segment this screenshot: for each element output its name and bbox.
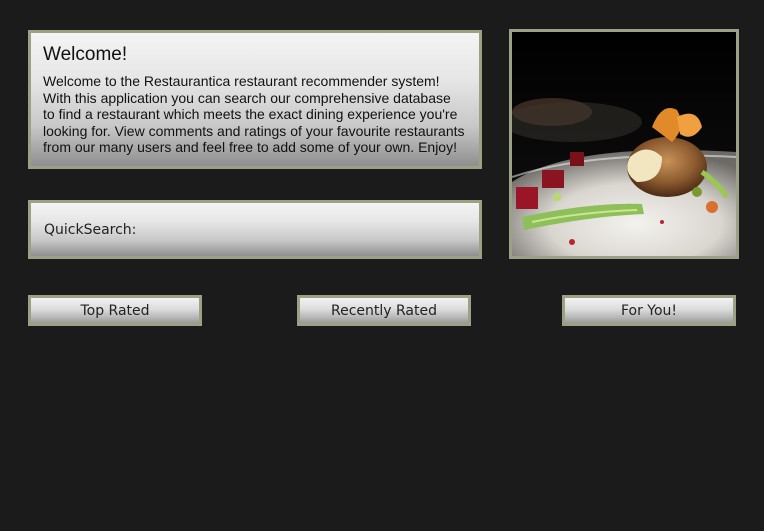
welcome-title: Welcome!	[43, 44, 128, 65]
welcome-text: Welcome to the Restaurantica restaurant …	[43, 73, 465, 155]
recently-rated-button[interactable]: Recently Rated	[297, 295, 471, 326]
quicksearch-panel: QuickSearch:	[28, 200, 482, 259]
for-you-button[interactable]: For You!	[562, 295, 736, 326]
food-photo	[509, 29, 739, 259]
welcome-panel: Welcome! Welcome to the Restaurantica re…	[28, 30, 482, 169]
food-photo-image	[512, 32, 736, 256]
quicksearch-input[interactable]	[144, 216, 469, 243]
quicksearch-label: QuickSearch:	[44, 221, 137, 238]
app-window: Welcome! Welcome to the Restaurantica re…	[0, 0, 764, 531]
top-rated-button[interactable]: Top Rated	[28, 295, 202, 326]
